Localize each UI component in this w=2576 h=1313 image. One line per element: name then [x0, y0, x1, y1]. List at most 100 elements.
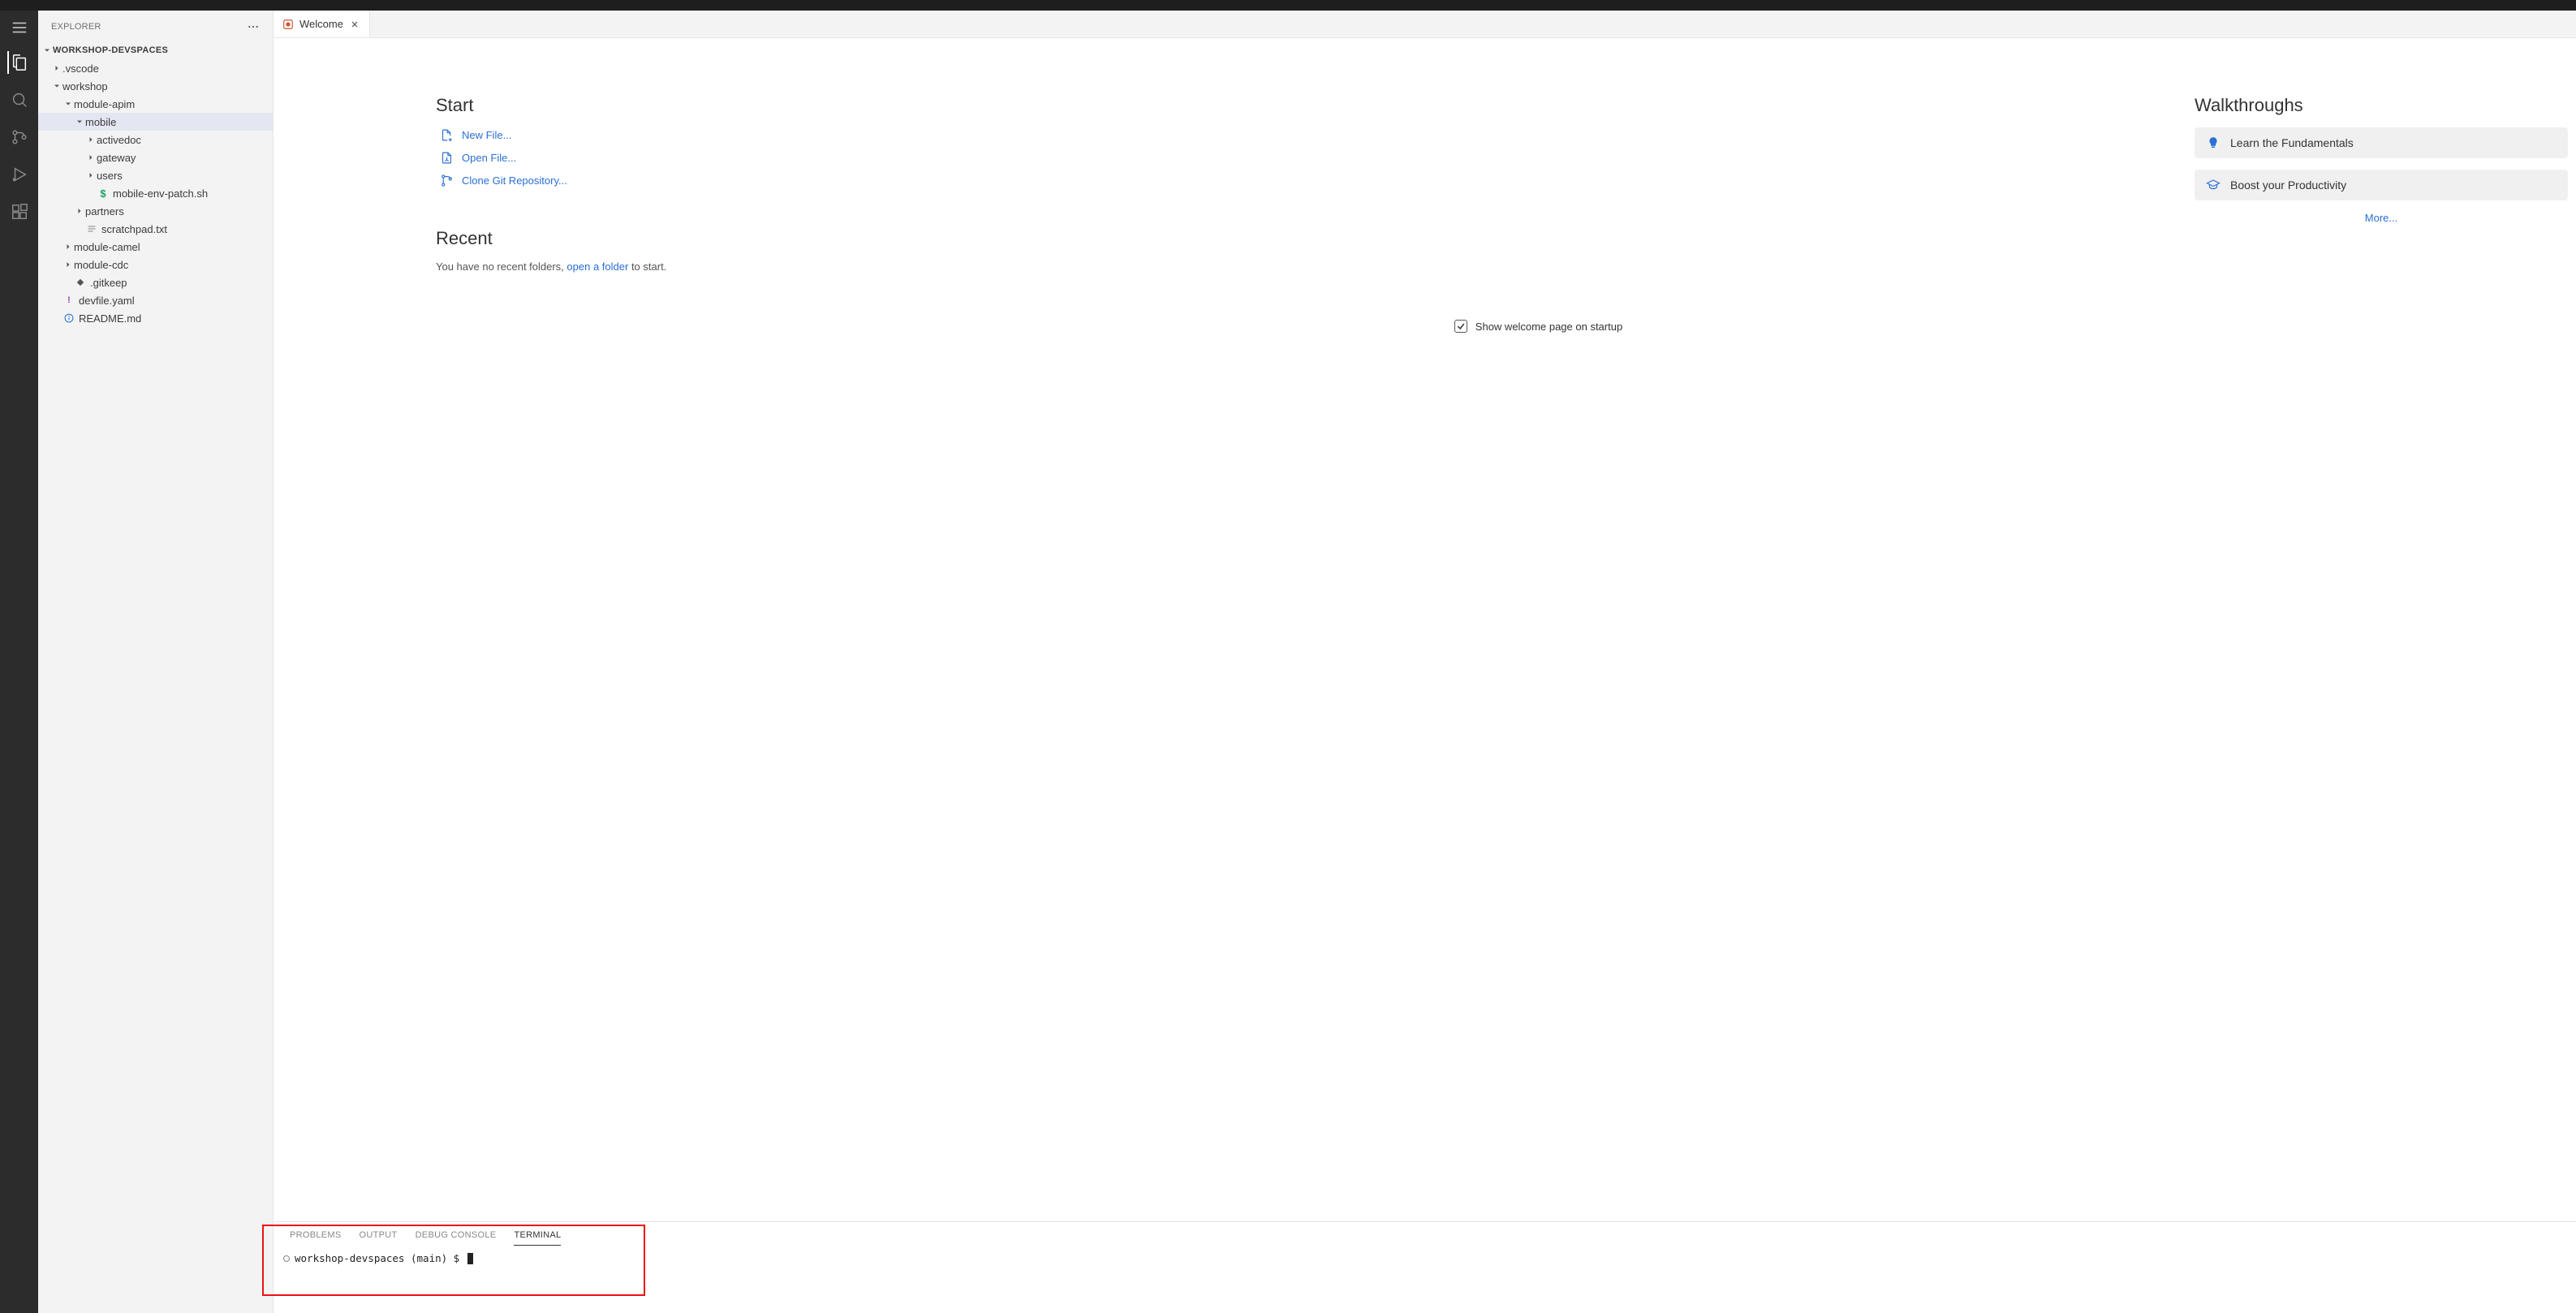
run-debug-icon[interactable] [8, 163, 31, 186]
recent-prefix: You have no recent folders, [436, 260, 566, 273]
mortarboard-icon [2206, 178, 2221, 192]
info-file-icon [62, 313, 75, 323]
chevron-down-icon [74, 117, 85, 127]
explorer-title: EXPLORER [51, 22, 101, 32]
main-layout: EXPLORER WORKSHOP-DEVSPACES .vscode work… [0, 11, 2576, 1313]
file-tree: WORKSHOP-DEVSPACES .vscode workshop modu… [38, 41, 273, 1313]
tree-file-devfile[interactable]: ! devfile.yaml [38, 291, 273, 309]
welcome-page: Start New File... Open File... [274, 38, 2576, 1221]
tree-file-readme[interactable]: README.md [38, 309, 273, 327]
tree-file-scratchpad[interactable]: scratchpad.txt [38, 220, 273, 238]
chevron-right-icon [85, 153, 97, 162]
close-tab-icon[interactable] [348, 18, 361, 31]
recent-suffix: to start. [628, 260, 666, 273]
chevron-right-icon [62, 260, 74, 269]
diamond-file-icon [74, 278, 87, 286]
bottom-panel: PROBLEMS OUTPUT DEBUG CONSOLE TERMINAL w… [274, 1221, 2576, 1313]
tree-label: gateway [97, 152, 136, 164]
terminal-cursor [467, 1253, 473, 1264]
tree-label: mobile-env-patch.sh [113, 187, 208, 200]
activity-bar [0, 11, 38, 1313]
browser-chrome-strip [0, 0, 2576, 11]
chevron-right-icon [85, 135, 97, 144]
search-icon[interactable] [8, 88, 31, 111]
chevron-right-icon [85, 170, 97, 180]
startup-checkbox[interactable] [1454, 320, 1467, 333]
tree-folder-workshop[interactable]: workshop [38, 77, 273, 95]
tree-folder-module-camel[interactable]: module-camel [38, 238, 273, 256]
extensions-icon[interactable] [8, 200, 31, 223]
tree-folder-users[interactable]: users [38, 166, 273, 184]
welcome-tab-icon [282, 18, 295, 31]
open-file-icon [439, 150, 454, 165]
tree-label: module-apim [74, 98, 135, 110]
tree-folder-module-apim[interactable]: module-apim [38, 95, 273, 113]
walkthroughs-heading: Walkthroughs [2195, 95, 2568, 116]
tree-file-mobile-env-patch[interactable]: $ mobile-env-patch.sh [38, 184, 273, 202]
panel-tab-debug-console[interactable]: DEBUG CONSOLE [416, 1230, 497, 1246]
walkthrough-productivity[interactable]: Boost your Productivity [2195, 170, 2568, 200]
tree-folder-mobile[interactable]: mobile [38, 113, 273, 131]
panel-tab-problems[interactable]: PROBLEMS [290, 1230, 342, 1246]
tree-root-label: WORKSHOP-DEVSPACES [53, 45, 168, 55]
panel-tab-terminal[interactable]: TERMINAL [514, 1230, 561, 1246]
tree-label: module-cdc [74, 259, 128, 271]
tree-file-gitkeep[interactable]: .gitkeep [38, 273, 273, 291]
walkthrough-label: Boost your Productivity [2230, 179, 2346, 192]
open-file-label: Open File... [462, 152, 516, 164]
start-heading: Start [436, 95, 842, 116]
startup-checkbox-label: Show welcome page on startup [1475, 321, 1622, 333]
tree-label: activedoc [97, 134, 141, 146]
tree-label: mobile [85, 116, 116, 128]
explorer-more-icon[interactable] [243, 17, 263, 37]
terminal-prompt: workshop-devspaces (main) $ [295, 1252, 466, 1264]
text-file-icon [85, 224, 98, 234]
open-file-link[interactable]: Open File... [439, 150, 842, 165]
new-file-label: New File... [462, 129, 511, 141]
tree-root[interactable]: WORKSHOP-DEVSPACES [38, 41, 273, 59]
tab-welcome[interactable]: Welcome [274, 11, 370, 37]
tree-label: README.md [79, 312, 141, 325]
clone-repo-link[interactable]: Clone Git Repository... [439, 173, 842, 187]
chevron-down-icon [51, 81, 62, 91]
tree-folder-activedoc[interactable]: activedoc [38, 131, 273, 149]
tree-label: devfile.yaml [79, 295, 135, 307]
new-file-link[interactable]: New File... [439, 127, 842, 142]
startup-checkbox-row: Show welcome page on startup [501, 297, 2576, 339]
tree-label: module-camel [74, 241, 140, 253]
clone-repo-label: Clone Git Repository... [462, 174, 567, 187]
walkthroughs-more-link[interactable]: More... [2195, 212, 2568, 224]
source-control-icon[interactable] [8, 126, 31, 149]
tree-folder-module-cdc[interactable]: module-cdc [38, 256, 273, 273]
tree-label: .gitkeep [90, 277, 127, 289]
hamburger-menu-icon[interactable] [11, 19, 28, 37]
explorer-header: EXPLORER [38, 11, 273, 41]
tree-label: scratchpad.txt [101, 223, 167, 235]
walkthrough-fundamentals[interactable]: Learn the Fundamentals [2195, 127, 2568, 158]
walkthrough-label: Learn the Fundamentals [2230, 136, 2354, 149]
chevron-right-icon [51, 63, 62, 73]
explorer-icon[interactable] [7, 51, 30, 74]
shell-file-icon: $ [97, 187, 110, 200]
editor-area: Welcome Start New File... [274, 11, 2576, 1313]
panel-tab-output[interactable]: OUTPUT [360, 1230, 398, 1246]
git-branch-icon [439, 173, 454, 187]
tree-label: users [97, 170, 123, 182]
terminal-status-icon [283, 1255, 290, 1262]
chevron-right-icon [62, 242, 74, 252]
tree-folder-vscode[interactable]: .vscode [38, 59, 273, 77]
open-folder-link[interactable]: open a folder [566, 260, 628, 273]
tree-folder-gateway[interactable]: gateway [38, 149, 273, 166]
chevron-down-icon [62, 99, 74, 109]
terminal[interactable]: workshop-devspaces (main) $ [274, 1246, 2576, 1313]
chevron-right-icon [74, 206, 85, 216]
tree-folder-partners[interactable]: partners [38, 202, 273, 220]
chevron-down-icon [41, 45, 53, 55]
new-file-icon [439, 127, 454, 142]
yaml-file-icon: ! [62, 295, 75, 305]
lightbulb-icon [2206, 136, 2221, 150]
panel-tabs: PROBLEMS OUTPUT DEBUG CONSOLE TERMINAL [274, 1222, 2576, 1246]
recent-heading: Recent [436, 228, 842, 249]
recent-text: You have no recent folders, open a folde… [436, 260, 842, 273]
tree-label: .vscode [62, 62, 99, 75]
